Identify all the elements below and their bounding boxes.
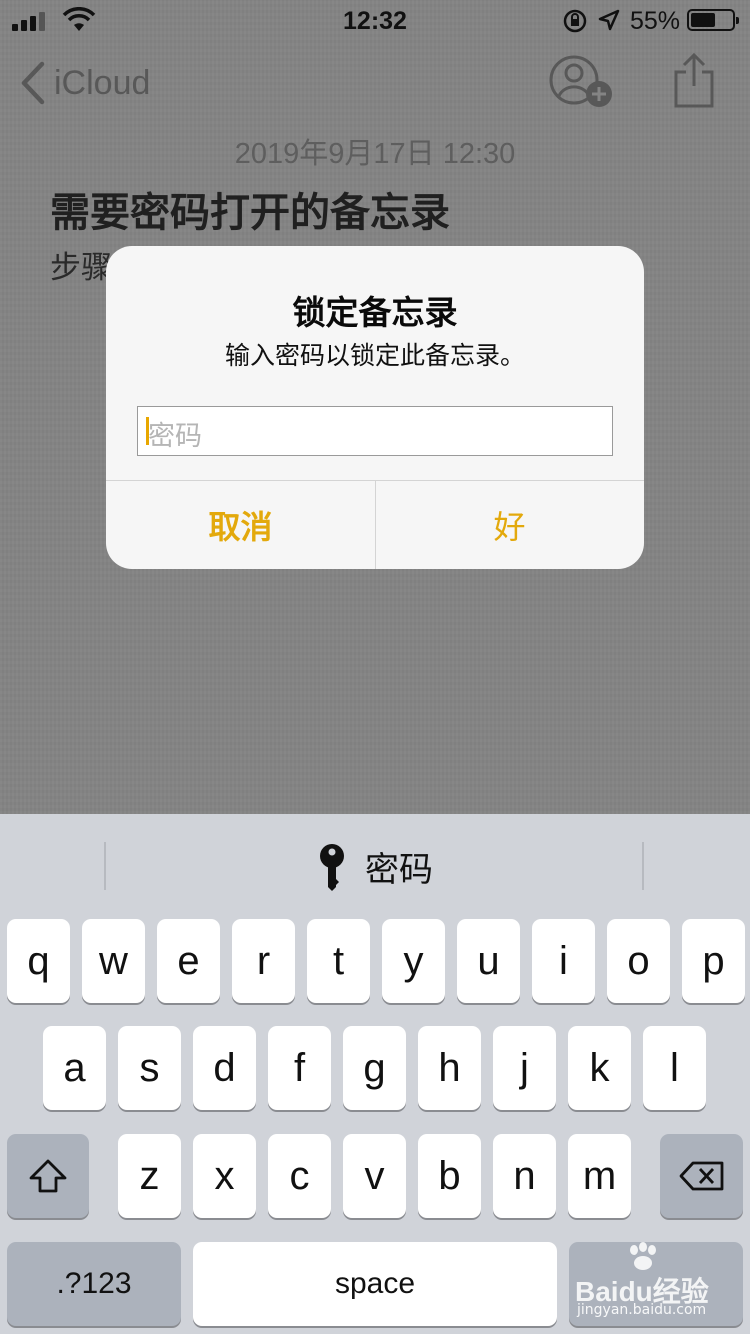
key-q[interactable]: q: [7, 919, 70, 1003]
key-w[interactable]: w: [82, 919, 145, 1003]
password-placeholder: 密码: [148, 421, 202, 452]
key-j[interactable]: j: [493, 1026, 556, 1110]
key-d[interactable]: d: [193, 1026, 256, 1110]
status-bar: 12:32 55%: [0, 0, 750, 40]
ok-button[interactable]: 好: [375, 481, 644, 569]
key-v[interactable]: v: [343, 1134, 406, 1218]
shift-icon: [29, 1159, 67, 1193]
key-h[interactable]: h: [418, 1026, 481, 1110]
chevron-left-icon: [21, 61, 45, 105]
key-u[interactable]: u: [457, 919, 520, 1003]
back-label: iCloud: [54, 63, 151, 102]
key-r[interactable]: r: [232, 919, 295, 1003]
shift-key[interactable]: [7, 1134, 89, 1218]
key-l[interactable]: l: [643, 1026, 706, 1110]
share-icon[interactable]: [672, 52, 716, 108]
battery-percentage: 55%: [630, 7, 681, 35]
key-s[interactable]: s: [118, 1026, 181, 1110]
key-y[interactable]: y: [382, 919, 445, 1003]
battery-icon: [687, 9, 739, 31]
numbers-key[interactable]: .?123: [7, 1242, 181, 1326]
note-title: 需要密码打开的备忘录: [50, 190, 450, 236]
alert-message: 输入密码以锁定此备忘录。: [224, 341, 525, 370]
key-icon: [320, 843, 344, 891]
key-g[interactable]: g: [343, 1026, 406, 1110]
key-f[interactable]: f: [268, 1026, 331, 1110]
baidu-watermark: Baidu经验 jingyan.baidu.com: [575, 1240, 745, 1320]
delete-key[interactable]: [660, 1134, 743, 1218]
key-x[interactable]: x: [193, 1134, 256, 1218]
location-arrow-icon: [598, 9, 620, 31]
key-t[interactable]: t: [307, 919, 370, 1003]
key-c[interactable]: c: [268, 1134, 331, 1218]
key-k[interactable]: k: [568, 1026, 631, 1110]
suggestion-label: 密码: [365, 850, 433, 890]
key-e[interactable]: e: [157, 919, 220, 1003]
key-b[interactable]: b: [418, 1134, 481, 1218]
rotation-lock-icon: [563, 9, 587, 33]
alert-title: 锁定备忘录: [292, 293, 458, 332]
paw-icon: [630, 1242, 656, 1270]
suggestion-bar: 密码: [0, 814, 750, 914]
note-body: 步骤: [50, 250, 112, 286]
password-input[interactable]: 密码: [137, 406, 613, 456]
lock-note-alert: 锁定备忘录 输入密码以锁定此备忘录。 密码 取消 好: [106, 246, 644, 569]
key-a[interactable]: a: [43, 1026, 106, 1110]
text-caret: [146, 417, 149, 445]
key-p[interactable]: p: [682, 919, 745, 1003]
password-suggestion[interactable]: 密码: [0, 842, 750, 891]
key-o[interactable]: o: [607, 919, 670, 1003]
key-m[interactable]: m: [568, 1134, 631, 1218]
key-z[interactable]: z: [118, 1134, 181, 1218]
key-n[interactable]: n: [493, 1134, 556, 1218]
key-i[interactable]: i: [532, 919, 595, 1003]
space-key[interactable]: space: [193, 1242, 557, 1326]
note-date: 2019年9月17日 12:30: [234, 138, 516, 170]
cancel-button[interactable]: 取消: [106, 481, 375, 569]
watermark-url: jingyan.baidu.com: [577, 1302, 707, 1318]
back-button[interactable]: iCloud: [20, 58, 150, 108]
add-person-icon[interactable]: [548, 54, 616, 110]
delete-icon: [679, 1161, 723, 1191]
